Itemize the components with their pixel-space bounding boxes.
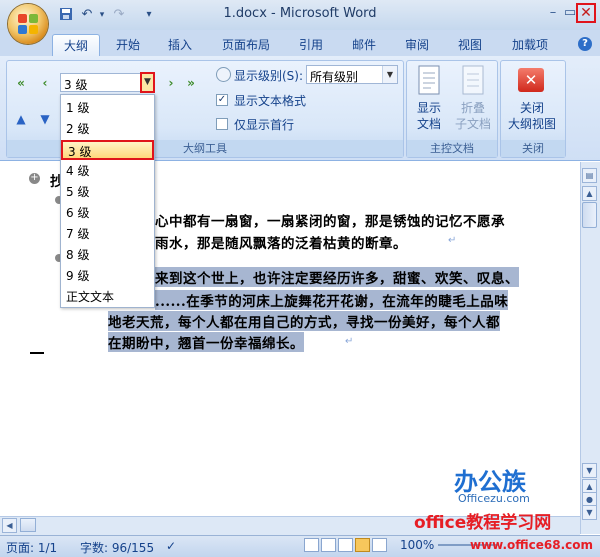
dropdown-item-level-8[interactable]: 8 级 [61,245,154,265]
dropdown-item-level-9[interactable]: 9 级 [61,266,154,286]
show-format-label: 显示文本格式 [234,94,307,108]
doc-line-3: 来到这个世上，也许注定要经历许多，甜蜜、欢笑、叹息、 [155,267,519,287]
close-outline-label-1: 关闭 [519,101,544,115]
view-outline-icon[interactable] [355,538,370,552]
show-format-checkbox[interactable]: ✓ [216,94,228,106]
view-draft-icon[interactable] [372,538,387,552]
move-up-icon[interactable]: ▲ [12,110,30,128]
first-line-checkbox[interactable] [216,118,228,130]
close-outline-view-button[interactable]: 关闭 大纲视图 [502,100,562,132]
outline-expand-icon[interactable]: + [29,173,40,184]
next-page-icon[interactable]: ▼ [582,505,597,520]
watermark-site-cn: office教程学习网 [414,513,552,533]
tab-mailings[interactable]: 邮件 [344,34,384,56]
show-document-label-1: 显示 [416,101,441,115]
group-label: 关闭 [501,140,565,157]
end-of-document-mark [30,352,44,354]
show-level-value: 所有级别 [310,70,359,84]
chevron-down-icon: ▼ [382,66,397,83]
outline-level-dropdown-button[interactable]: ▼ [140,72,155,93]
dropdown-item-level-3[interactable]: 3 级 [61,140,154,160]
doc-line-2: 雨水，那是随风飘落的泛着枯黄的断章。 [155,236,407,252]
tab-review[interactable]: 审阅 [397,34,437,56]
promote-icon[interactable]: ‹ [36,74,54,92]
move-down-icon[interactable]: ▼ [36,110,54,128]
zoom-level[interactable]: 100% [400,538,434,552]
scroll-left-icon[interactable]: ◀ [2,518,17,533]
page-count[interactable]: 页面: 1/1 [6,539,57,556]
doc-line-4: ......在季节的河床上旋舞花开花谢，在流年的睫毛上品味 [155,290,509,310]
vertical-scroll-thumb[interactable] [582,202,597,228]
dropdown-item-body-text[interactable]: 正文文本 [61,287,154,307]
watermark-brand-sub: Officezu.com [458,492,530,505]
show-document-label-2: 文档 [416,117,441,131]
show-document-button[interactable]: 显示 文档 [410,100,448,132]
dropdown-item-level-2[interactable]: 2 级 [61,119,154,139]
close-outline-label-2: 大纲视图 [507,117,556,131]
collapse-label-1: 折叠 [460,101,485,115]
tab-outline[interactable]: 大纲 [52,34,100,57]
close-outline-view-icon[interactable]: ✕ [518,68,544,92]
ruler-toggle-icon[interactable]: ▤ [582,168,597,183]
horizontal-scroll-thumb[interactable] [20,518,36,532]
close-button[interactable]: ✕ [576,3,596,23]
help-icon[interactable]: ? [578,37,592,51]
outline-level-value: 3 级 [64,78,88,92]
doc-line-5: 地老天荒，每个人都在用自己的方式，寻找一份美好，每个人都 [108,311,500,331]
tab-page-layout[interactable]: 页面布局 [213,34,279,56]
collapse-subdocument-icon [460,64,486,98]
office-button[interactable] [8,4,48,44]
paragraph-mark: ↵ [448,235,457,246]
office-logo-icon [18,14,38,34]
tab-view[interactable]: 视图 [450,34,490,56]
scroll-down-icon[interactable]: ▼ [582,463,597,478]
view-print-layout-icon[interactable] [304,538,319,552]
demote-to-body-icon[interactable]: » [182,74,200,92]
dropdown-item-level-5[interactable]: 5 级 [61,182,154,202]
demote-icon[interactable]: › [162,74,180,92]
dropdown-item-level-6[interactable]: 6 级 [61,203,154,223]
tab-home[interactable]: 开始 [108,34,148,56]
show-document-icon[interactable] [416,64,442,98]
tab-references[interactable]: 引用 [291,34,331,56]
view-web-layout-icon[interactable] [338,538,353,552]
tab-insert[interactable]: 插入 [160,34,200,56]
collapse-label-2: 子文档 [454,117,491,131]
word-count[interactable]: 字数: 96/155 [80,539,154,556]
doc-line-1: 心中都有一扇窗，一扇紧闭的窗，那是锈蚀的记忆不愿承 [155,214,505,230]
tab-addins[interactable]: 加载项 [504,34,556,56]
dropdown-item-level-7[interactable]: 7 级 [61,224,154,244]
proofing-icon[interactable]: ✓ [166,539,176,553]
watermark-site-url: www.office68.com [470,538,594,552]
first-line-label: 仅显示首行 [234,118,295,132]
view-full-screen-icon[interactable] [321,538,336,552]
promote-to-heading1-icon[interactable]: « [12,74,30,92]
window-title: 1.docx - Microsoft Word [223,6,377,21]
scroll-up-icon[interactable]: ▲ [582,186,597,201]
paragraph-mark: ↵ [345,336,354,347]
outline-level-dropdown[interactable]: 1 级 2 级 3 级 4 级 5 级 6 级 7 级 8 级 9 级 正文文本 [60,94,155,308]
show-level-select[interactable]: 所有级别 ▼ [306,65,398,84]
collapse-subdocument-button: 折叠 子文档 [450,100,496,132]
dropdown-item-level-4[interactable]: 4 级 [61,161,154,181]
show-level-icon [216,67,231,82]
show-level-label: 显示级别(S): [234,69,304,83]
group-label: 主控文档 [407,140,497,157]
dropdown-item-level-1[interactable]: 1 级 [61,98,154,118]
doc-line-6: 在期盼中，翘首一份幸福绵长。 [108,332,304,352]
